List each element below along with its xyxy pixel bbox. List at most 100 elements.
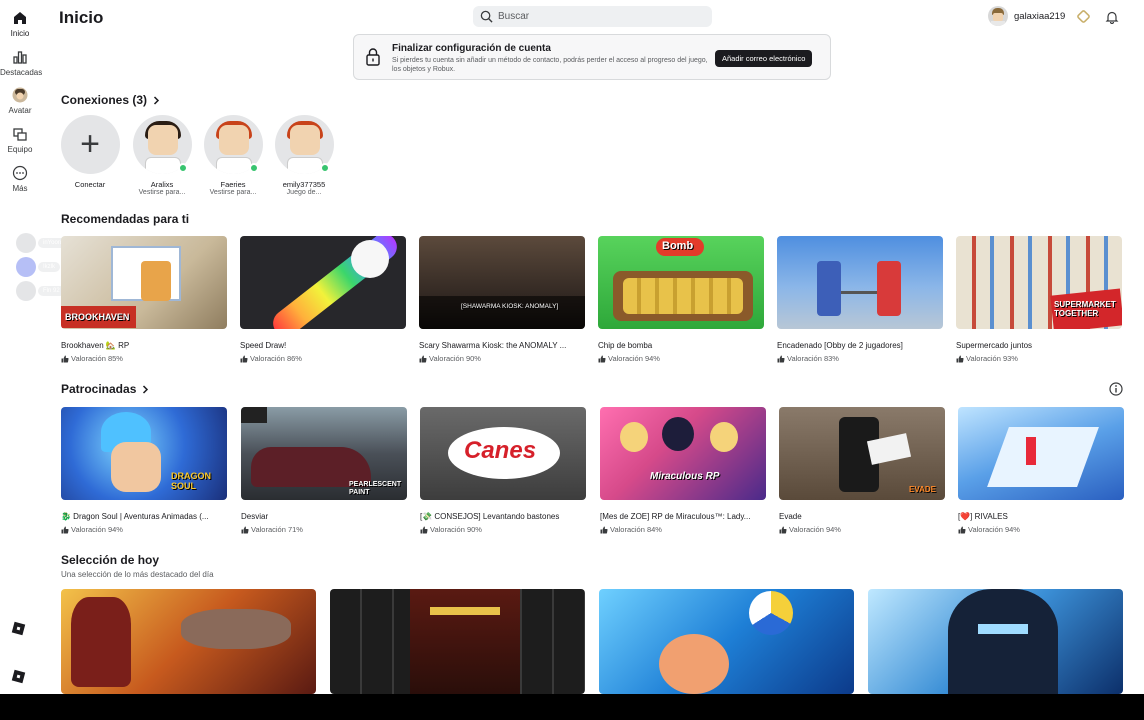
nav-item-equipo[interactable]: Equipo <box>0 126 40 154</box>
nav-item-avatar[interactable]: Avatar <box>0 87 40 115</box>
game-card[interactable]: DRAGON SOUL 🐉 Dragon Soul | Aventuras An… <box>61 407 227 534</box>
robux-icon[interactable] <box>1076 9 1091 24</box>
featured-game-card[interactable] <box>599 589 854 694</box>
roblox-logo-icon[interactable] <box>11 621 26 636</box>
avatar-icon <box>12 87 28 103</box>
party-member[interactable]: Fln 92 <box>16 281 65 301</box>
game-rating: Valoración 83% <box>777 354 943 363</box>
more-icon <box>12 165 28 181</box>
game-card[interactable]: EVADE Evade Valoración 94% <box>779 407 945 534</box>
game-card[interactable]: Encadenado [Obby de 2 jugadores] Valorac… <box>777 236 943 363</box>
roblox-logo-icon[interactable] <box>11 669 26 684</box>
game-rating: Valoración 94% <box>958 525 1124 534</box>
connection-item[interactable]: emily377355 Juego de... <box>274 115 334 196</box>
rating-text: Valoración 94% <box>71 525 123 534</box>
game-thumbnail: PEARLESCENT PAINT <box>241 407 407 500</box>
sponsored-heading[interactable]: Patrocinadas <box>61 382 149 396</box>
sponsored-title: Patrocinadas <box>61 382 137 396</box>
party-member[interactable]: Ikzlk <box>16 257 60 277</box>
chart-icon <box>13 51 27 64</box>
featured-game-card[interactable] <box>61 589 316 694</box>
thumbnail-overlay-text: BROOKHAVEN <box>65 312 130 322</box>
featured-game-card[interactable] <box>868 589 1123 694</box>
game-card[interactable]: BROOKHAVEN Brookhaven 🏡 RP Valoración 85… <box>61 236 227 363</box>
recommended-heading: Recomendadas para ti <box>61 212 189 226</box>
game-rating: Valoración 85% <box>61 354 227 363</box>
thumbs-up-icon <box>241 526 249 533</box>
thumbs-up-icon <box>779 526 787 533</box>
search-icon <box>480 10 493 23</box>
thumbs-up-icon <box>240 355 248 362</box>
nav-label: Destacadas <box>0 68 43 77</box>
thumbs-up-icon <box>419 355 427 362</box>
today-heading: Selección de hoy <box>61 553 159 567</box>
game-card[interactable]: SUPERMARKET TOGETHER Supermercado juntos… <box>956 236 1122 363</box>
game-rating: Valoración 93% <box>956 354 1122 363</box>
rating-text: Valoración 90% <box>429 354 481 363</box>
game-title: Speed Draw! <box>240 341 287 350</box>
info-icon[interactable] <box>1109 382 1123 396</box>
game-card[interactable]: Canes [💸 CONSEJOS] Levantando bastones V… <box>420 407 586 534</box>
avatar-head <box>289 125 320 155</box>
rating-text: Valoración 71% <box>251 525 303 534</box>
plus-icon: + <box>80 125 100 163</box>
nav-label: Avatar <box>8 106 32 115</box>
bell-icon[interactable] <box>1105 10 1119 24</box>
game-thumbnail: DRAGON SOUL <box>61 407 227 500</box>
rating-text: Valoración 94% <box>608 354 660 363</box>
game-card[interactable]: PEARLESCENT PAINT Desviar Valoración 71% <box>241 407 407 534</box>
game-thumbnail <box>777 236 943 329</box>
nav-label: Equipo <box>7 145 33 154</box>
thumbnail-overlay-text: Miraculous RP <box>650 471 720 482</box>
connection-item[interactable]: Faeries Vestirse para... <box>203 115 263 196</box>
featured-game-card[interactable] <box>330 589 585 694</box>
game-rating: Valoración 84% <box>600 525 766 534</box>
nav-item-mas[interactable]: Más <box>0 165 40 193</box>
lock-icon <box>366 48 380 66</box>
user-profile[interactable]: galaxiaa219 <box>988 6 1065 26</box>
search-input[interactable] <box>498 11 698 22</box>
party-member-name: Ikzlk <box>38 262 60 272</box>
game-title: 🐉 Dragon Soul | Aventuras Animadas (... <box>61 512 209 521</box>
thumbs-up-icon <box>420 526 428 533</box>
game-thumbnail: SUPERMARKET TOGETHER <box>956 236 1122 329</box>
nav-item-inicio[interactable]: Inicio <box>0 10 40 38</box>
connection-status: Juego de... <box>286 189 322 196</box>
recommended-title: Recomendadas para ti <box>61 212 190 226</box>
connection-item[interactable]: Aralixs Vestirse para... <box>132 115 192 196</box>
game-card[interactable]: Speed Draw! Valoración 86% <box>240 236 406 363</box>
avatar <box>16 281 36 301</box>
avatar-body <box>286 157 323 174</box>
thumbnail-overlay-text: SUPERMARKET TOGETHER <box>1054 300 1116 318</box>
search-bar[interactable] <box>473 6 712 27</box>
account-setup-banner: Finalizar configuración de cuenta Si pie… <box>353 34 831 80</box>
thumbs-up-icon <box>956 355 964 362</box>
game-rating: Valoración 86% <box>240 354 406 363</box>
connect-button[interactable]: + Conectar <box>60 115 120 189</box>
avatar-body <box>215 157 252 174</box>
nav-item-destacadas[interactable]: Destacadas <box>0 49 43 77</box>
game-card[interactable]: Miraculous RP [Mes de ZOE] RP de Miracul… <box>600 407 766 534</box>
game-rating: Valoración 94% <box>598 354 764 363</box>
add-connection-circle: + <box>60 115 120 174</box>
rating-text: Valoración 90% <box>430 525 482 534</box>
online-indicator <box>320 163 330 173</box>
page-title: Inicio <box>59 8 104 27</box>
game-rating: Valoración 71% <box>241 525 407 534</box>
connections-heading[interactable]: Conexiones (3) <box>61 93 160 107</box>
game-card[interactable]: [❤️] RIVALES Valoración 94% <box>958 407 1124 534</box>
game-thumbnail: EVADE <box>779 407 945 500</box>
banner-text: Si pierdes tu cuenta sin añadir un métod… <box>392 57 708 73</box>
game-rating: Valoración 94% <box>779 525 945 534</box>
add-email-button[interactable]: Añadir correo electrónico <box>715 50 813 67</box>
thumbnail-overlay-text: EVADE <box>909 485 936 494</box>
nav-label: Inicio <box>10 29 30 38</box>
game-card[interactable]: Bomb Chip de bomba Valoración 94% <box>598 236 764 363</box>
game-card[interactable]: [SHAWARMA KIOSK: ANOMALY] Scary Shawarma… <box>419 236 585 363</box>
connection-name: Faeries <box>220 180 246 189</box>
thumbs-up-icon <box>600 526 608 533</box>
game-thumbnail: BROOKHAVEN <box>61 236 227 329</box>
game-thumbnail <box>240 236 406 329</box>
connection-name: Conectar <box>74 180 106 189</box>
online-indicator <box>178 163 188 173</box>
